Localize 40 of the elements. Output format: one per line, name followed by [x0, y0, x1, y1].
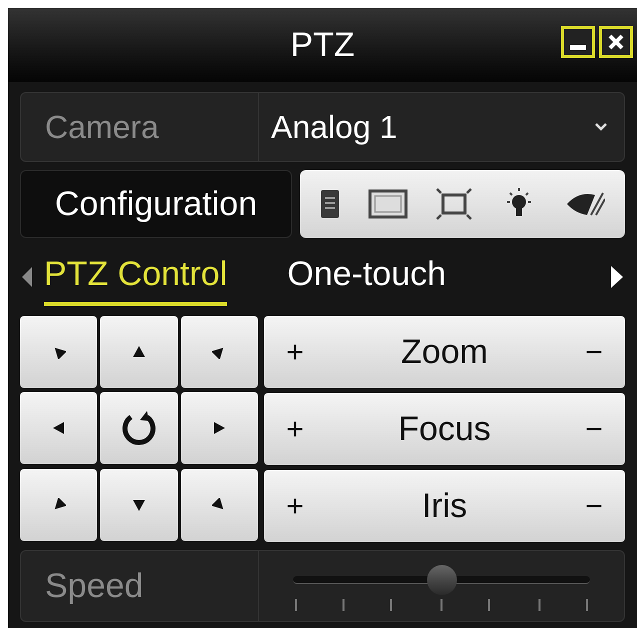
slider-thumb[interactable] [426, 565, 456, 595]
minimize-button[interactable] [561, 26, 595, 58]
document-icon[interactable] [320, 188, 340, 220]
pan-up-right-button[interactable] [180, 316, 258, 388]
tab[interactable]: One-touch [287, 248, 446, 306]
3d-icon[interactable] [368, 189, 408, 219]
camera-label: Camera [45, 108, 159, 147]
lens-control-label: Zoom [400, 332, 489, 372]
arrow-icon [132, 498, 146, 512]
minus-button[interactable]: − [569, 330, 619, 374]
lens-control-label: Iris [420, 486, 468, 526]
previous-arrow-icon[interactable] [20, 265, 34, 289]
camera-dropdown[interactable]: Analog 1 [259, 93, 624, 161]
speed-slider[interactable] [293, 565, 590, 595]
pan-down-left-button[interactable] [20, 468, 98, 541]
next-arrow-icon[interactable] [609, 264, 625, 290]
frame-icon[interactable] [435, 187, 474, 221]
speed-label: Speed [45, 566, 144, 606]
tab[interactable]: PTZ Control [44, 248, 228, 306]
configuration-button[interactable]: Configuration [20, 170, 292, 238]
minus-button[interactable]: − [569, 406, 619, 452]
chevron-down-icon [594, 123, 608, 131]
arrow-icon [132, 345, 146, 359]
minimize-icon [570, 45, 586, 50]
close-button[interactable] [599, 26, 633, 58]
pan-down-button[interactable] [100, 468, 178, 541]
pan-down-right-button[interactable] [180, 468, 258, 541]
minus-button[interactable]: − [569, 484, 619, 528]
arrow-icon [52, 421, 66, 436]
pan-right-button[interactable] [180, 392, 258, 464]
lens-control-label: Focus [397, 408, 492, 450]
auto-scan-button[interactable] [100, 392, 178, 464]
pan-left-button[interactable] [20, 392, 98, 464]
pan-up-left-button[interactable] [20, 316, 98, 388]
plus-button[interactable]: + [270, 330, 320, 374]
plus-button[interactable]: + [270, 484, 320, 528]
close-icon [608, 34, 624, 50]
plus-button[interactable]: + [270, 406, 320, 452]
arrow-icon [212, 421, 226, 436]
window-title: PTZ [290, 24, 355, 66]
